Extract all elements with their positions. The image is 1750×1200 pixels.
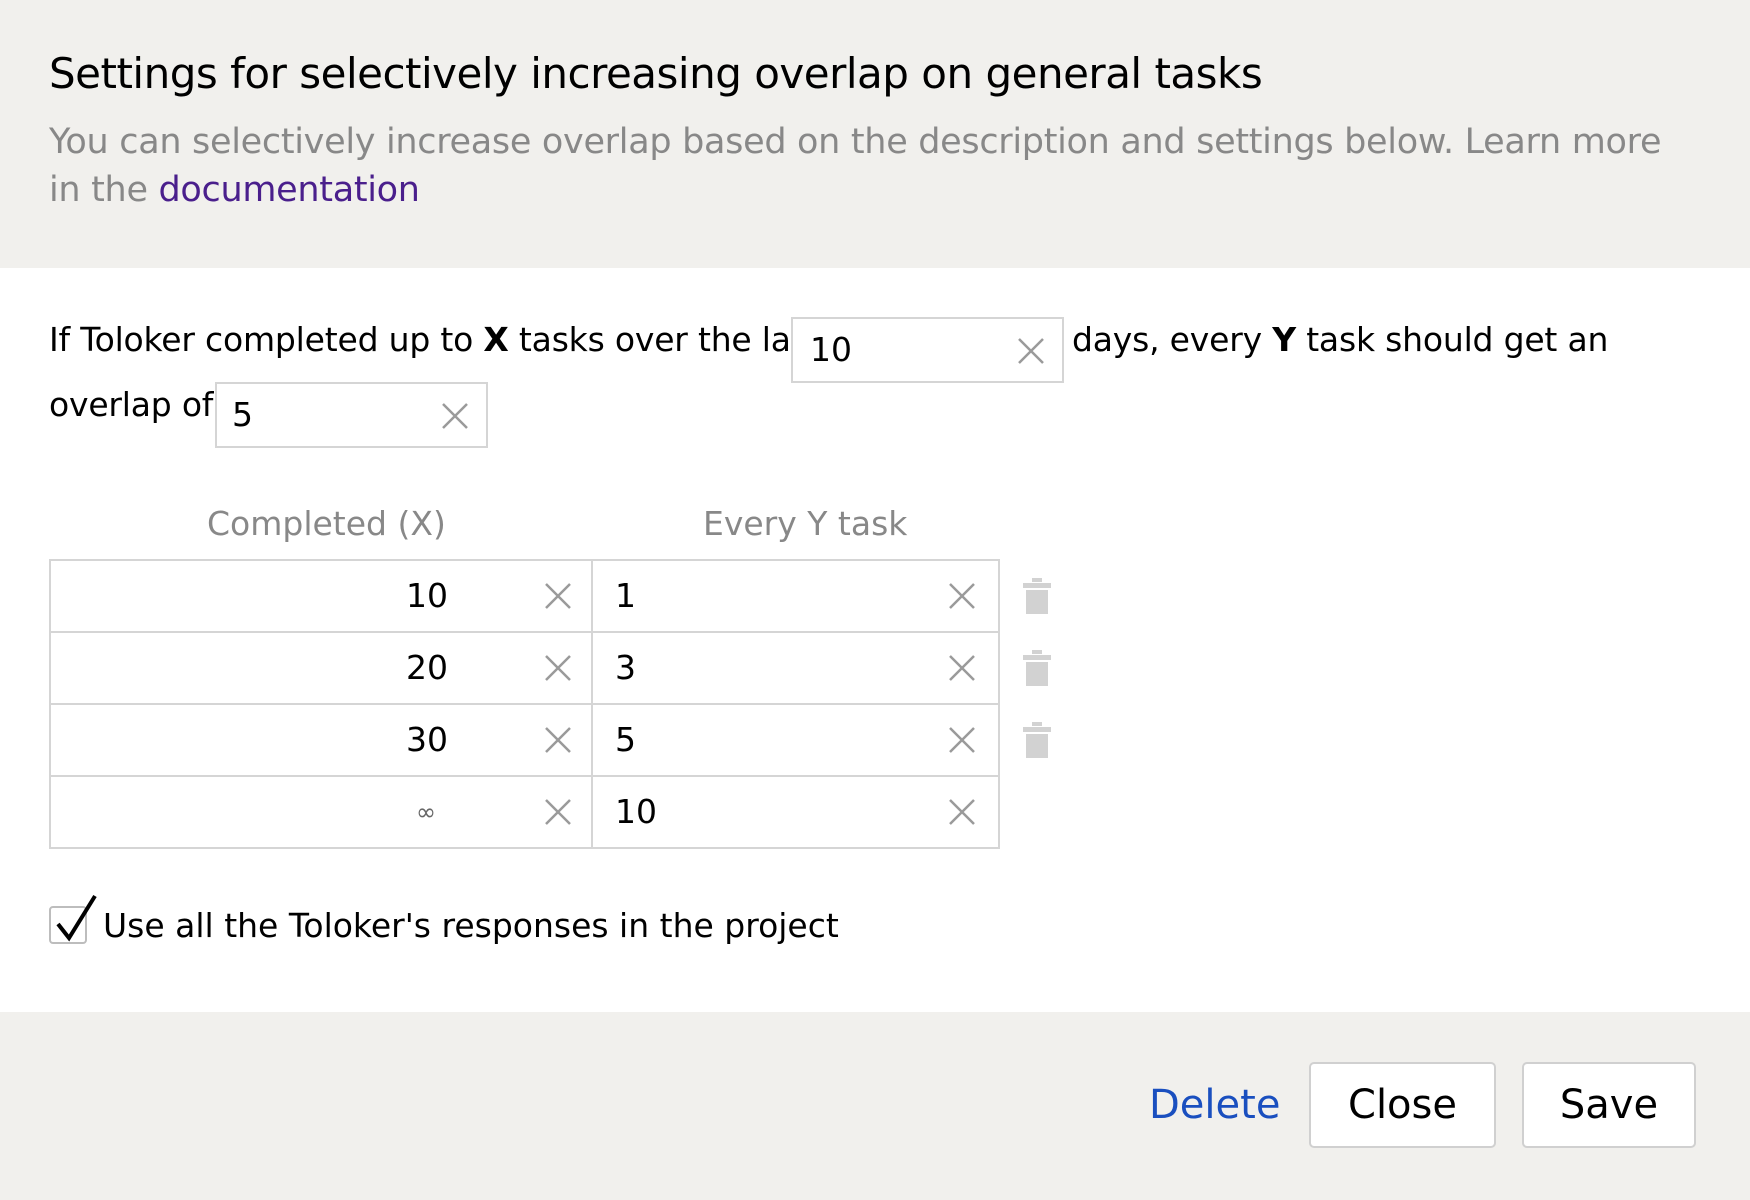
clear-icon[interactable]: [947, 725, 977, 755]
clear-icon[interactable]: [543, 725, 573, 755]
overlap-field[interactable]: 5: [215, 382, 488, 448]
table-row-3-every-y[interactable]: 5: [591, 703, 1000, 777]
table-row-1-every-y[interactable]: 1: [591, 559, 1000, 633]
rule-text-part4: task should get an: [1295, 320, 1609, 359]
dialog-title: Settings for selectively increasing over…: [49, 49, 1263, 98]
save-button[interactable]: Save: [1522, 1062, 1696, 1148]
every-y-value[interactable]: 10: [615, 777, 657, 847]
close-button[interactable]: Close: [1309, 1062, 1496, 1148]
rule-sentence-line1: If Toloker completed up to X tasks over …: [49, 318, 821, 362]
rule-text-part2: tasks over the last: [508, 320, 821, 359]
table-row-1-completed[interactable]: 10: [49, 559, 593, 633]
clear-icon[interactable]: [947, 797, 977, 827]
column-header-every-y: Every Y task: [703, 504, 908, 543]
clear-icon[interactable]: [947, 581, 977, 611]
delete-button[interactable]: Delete: [1149, 1062, 1280, 1148]
use-all-responses-checkbox[interactable]: [49, 894, 97, 944]
clear-icon[interactable]: [543, 797, 573, 827]
documentation-link[interactable]: documentation: [159, 170, 420, 210]
dialog-footer: Delete Close Save: [0, 1012, 1750, 1200]
overlap-clear-icon[interactable]: [440, 401, 470, 431]
clear-icon[interactable]: [543, 581, 573, 611]
trash-icon[interactable]: [1023, 578, 1051, 614]
table-row-4-every-y[interactable]: 10: [591, 775, 1000, 849]
rule-text-part5: overlap of: [49, 385, 214, 424]
every-y-value[interactable]: 1: [615, 561, 636, 631]
dialog-header: Settings for selectively increasing over…: [0, 0, 1750, 268]
completed-value[interactable]: 10: [406, 561, 448, 631]
days-field[interactable]: 10: [791, 317, 1064, 383]
dialog-body: If Toloker completed up to X tasks over …: [0, 268, 1750, 1012]
table-row-2-every-y[interactable]: 3: [591, 631, 1000, 705]
column-header-completed: Completed (X): [207, 504, 446, 543]
days-field-value[interactable]: 10: [810, 319, 852, 381]
checkmark-icon: [56, 894, 97, 942]
table-row-3-completed[interactable]: 30: [49, 703, 593, 777]
every-y-value[interactable]: 5: [615, 705, 636, 775]
completed-value[interactable]: 30: [406, 705, 448, 775]
rule-y-marker: Y: [1272, 320, 1296, 359]
table-row-2-completed[interactable]: 20: [49, 631, 593, 705]
rule-sentence-line1-tail: days, every Y task should get an: [1072, 318, 1608, 362]
completed-placeholder[interactable]: ∞: [416, 777, 436, 847]
completed-value[interactable]: 20: [406, 633, 448, 703]
use-all-responses-option[interactable]: Use all the Toloker's responses in the p…: [49, 894, 839, 955]
every-y-value[interactable]: 3: [615, 633, 636, 703]
clear-icon[interactable]: [543, 653, 573, 683]
table-row-4-completed[interactable]: ∞: [49, 775, 593, 849]
overlap-field-value[interactable]: 5: [232, 384, 253, 446]
rule-x-marker: X: [483, 320, 509, 359]
dialog-subtitle: You can selectively increase overlap bas…: [49, 118, 1701, 214]
trash-icon[interactable]: [1023, 650, 1051, 686]
rule-text-part1: If Toloker completed up to: [49, 320, 484, 359]
rule-text-part3: days, every: [1072, 320, 1273, 359]
trash-icon[interactable]: [1023, 722, 1051, 758]
use-all-responses-label: Use all the Toloker's responses in the p…: [103, 905, 839, 945]
clear-icon[interactable]: [947, 653, 977, 683]
days-clear-icon[interactable]: [1016, 336, 1046, 366]
